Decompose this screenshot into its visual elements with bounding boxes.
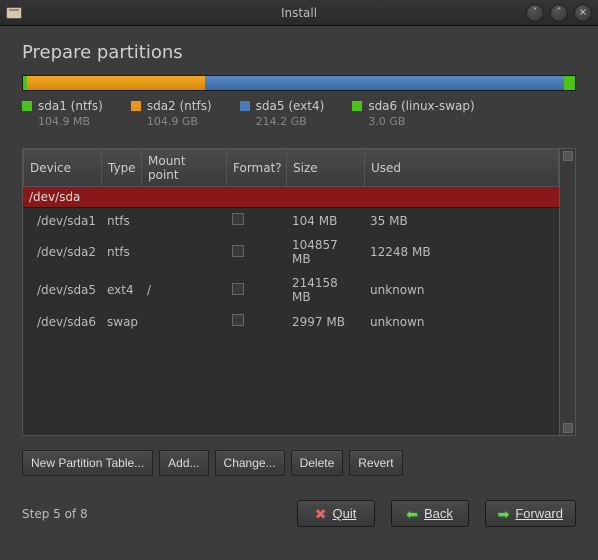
table-row[interactable]: /dev/sda1 ntfs 104 MB 35 MB [23, 208, 559, 234]
cell-format [226, 233, 286, 271]
cell-format [226, 309, 286, 334]
cell-size: 214158 MB [286, 271, 364, 309]
swatch-icon [131, 101, 141, 111]
forward-button[interactable]: ➡ Forward [485, 500, 576, 527]
action-row: New Partition Table... Add... Change... … [22, 450, 576, 476]
legend-label: sda2 (ntfs) [147, 99, 212, 113]
cell-type: ext4 [101, 271, 141, 309]
step-label: Step 5 of 8 [22, 507, 88, 521]
legend-label: sda6 (linux-swap) [368, 99, 474, 113]
cell-used: 12248 MB [364, 233, 559, 271]
cell-type: swap [101, 309, 141, 334]
cell-format [226, 208, 286, 234]
scroll-up-icon[interactable] [563, 151, 573, 161]
cell-device: /dev/sda1 [23, 208, 101, 234]
col-type[interactable]: Type [102, 150, 142, 187]
cell-mount [141, 309, 226, 334]
scroll-down-icon[interactable] [563, 423, 573, 433]
cell-used: 35 MB [364, 208, 559, 234]
cell-device: /dev/sda2 [23, 233, 101, 271]
new-partition-table-button[interactable]: New Partition Table... [22, 450, 153, 476]
legend-label: sda1 (ntfs) [38, 99, 103, 113]
cell-used: unknown [364, 271, 559, 309]
disk-label: /dev/sda [23, 187, 559, 208]
swatch-icon [22, 101, 32, 111]
cell-device: /dev/sda6 [23, 309, 101, 334]
cell-size: 104857 MB [286, 233, 364, 271]
table-row[interactable]: /dev/sda2 ntfs 104857 MB 12248 MB [23, 233, 559, 271]
back-arrow-icon: ⬅ [406, 507, 418, 521]
partition-segment [23, 76, 205, 90]
cell-mount [141, 208, 226, 234]
disk-row[interactable]: /dev/sda [23, 187, 559, 208]
legend: sda1 (ntfs) 104.9 MB sda2 (ntfs) 104.9 G… [22, 99, 576, 128]
quit-label: Quit [333, 506, 357, 521]
cell-used: unknown [364, 309, 559, 334]
col-mount[interactable]: Mount point [142, 150, 227, 187]
cell-size: 2997 MB [286, 309, 364, 334]
page-title: Prepare partitions [22, 42, 576, 63]
legend-size: 104.9 GB [147, 115, 212, 128]
change-button[interactable]: Change... [215, 450, 285, 476]
scrollbar[interactable] [559, 149, 575, 435]
legend-label: sda5 (ext4) [256, 99, 325, 113]
col-used[interactable]: Used [365, 150, 559, 187]
back-label: Back [424, 506, 453, 521]
legend-item: sda1 (ntfs) 104.9 MB [22, 99, 103, 128]
table-header-row: Device Type Mount point Format? Size Use… [24, 150, 559, 187]
table-row[interactable]: /dev/sda6 swap 2997 MB unknown [23, 309, 559, 334]
col-device[interactable]: Device [24, 150, 102, 187]
swatch-icon [352, 101, 362, 111]
cell-device: /dev/sda5 [23, 271, 101, 309]
partition-table: Device Type Mount point Format? Size Use… [22, 148, 576, 436]
forward-label: Forward [515, 506, 563, 521]
legend-item: sda5 (ext4) 214.2 GB [240, 99, 325, 128]
format-checkbox[interactable] [232, 245, 244, 257]
cell-type: ntfs [101, 208, 141, 234]
window-title: Install [0, 6, 598, 20]
back-button[interactable]: ⬅ Back [391, 500, 469, 527]
titlebar: Install ˅ ˄ × [0, 0, 598, 26]
swatch-icon [240, 101, 250, 111]
legend-size: 104.9 MB [38, 115, 103, 128]
cell-mount [141, 233, 226, 271]
col-size[interactable]: Size [287, 150, 365, 187]
quit-button[interactable]: ✖ Quit [297, 500, 375, 527]
legend-item: sda2 (ntfs) 104.9 GB [131, 99, 212, 128]
add-button[interactable]: Add... [159, 450, 208, 476]
revert-button[interactable]: Revert [349, 450, 402, 476]
delete-button[interactable]: Delete [291, 450, 344, 476]
legend-size: 3.0 GB [368, 115, 474, 128]
col-format[interactable]: Format? [227, 150, 287, 187]
table-row[interactable]: /dev/sda5 ext4 / 214158 MB unknown [23, 271, 559, 309]
forward-arrow-icon: ➡ [498, 507, 510, 521]
cell-mount: / [141, 271, 226, 309]
legend-size: 214.2 GB [256, 115, 325, 128]
partition-segment [205, 76, 564, 90]
partition-segment [564, 76, 575, 90]
cell-format [226, 271, 286, 309]
cell-type: ntfs [101, 233, 141, 271]
legend-item: sda6 (linux-swap) 3.0 GB [352, 99, 474, 128]
quit-icon: ✖ [315, 507, 327, 521]
partition-bar [22, 75, 576, 91]
footer: Step 5 of 8 ✖ Quit ⬅ Back ➡ Forward [0, 486, 598, 541]
format-checkbox[interactable] [232, 213, 244, 225]
format-checkbox[interactable] [232, 314, 244, 326]
format-checkbox[interactable] [232, 283, 244, 295]
cell-size: 104 MB [286, 208, 364, 234]
